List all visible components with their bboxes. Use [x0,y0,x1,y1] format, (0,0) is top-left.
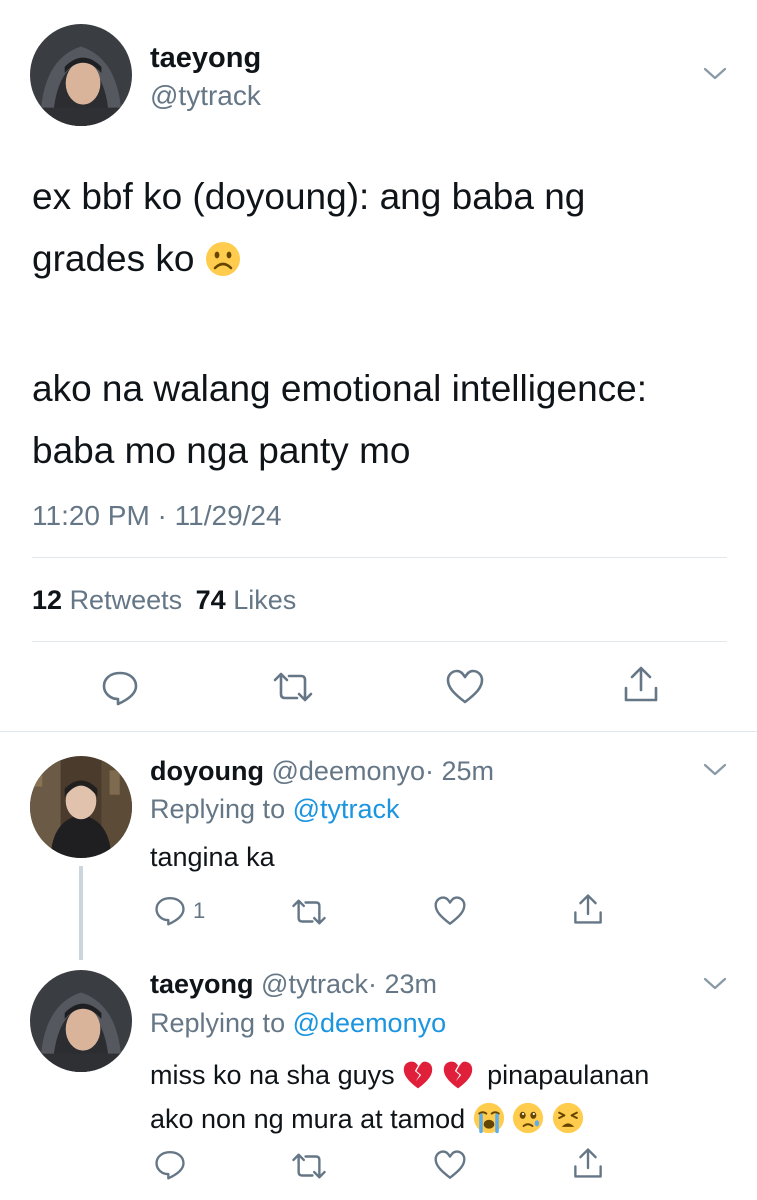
reply-header: taeyong @tytrack· 23m [150,969,437,1000]
frowning-face-emoji-icon [205,234,241,296]
share-icon[interactable] [622,664,660,704]
loudly-crying-face-emoji-icon [473,1102,505,1144]
retweet-icon[interactable] [290,897,328,927]
main-author-handle[interactable]: @tytrack [150,80,261,112]
likes-count[interactable]: 74 [196,585,226,615]
chevron-down-icon[interactable] [703,66,727,82]
replying-to-link[interactable]: @deemonyo [293,1008,447,1038]
main-tweet-text: ex bbf ko (doyoung): ang baba ng grades … [32,166,742,482]
reply-author-handle[interactable]: @tytrack [261,969,368,999]
face-holding-back-tears-emoji-icon [512,1102,544,1144]
replying-to-prefix: Replying to [150,794,286,824]
reply-text-segment: miss ko na sha guys [150,1060,395,1090]
reply-text-line: ako non ng mura at tamod [150,1100,649,1144]
reply-text-segment: pinapaulanan [487,1060,650,1090]
replying-to-link[interactable]: @tytrack [293,794,400,824]
likes-label[interactable]: Likes [233,585,296,615]
reply-author-name[interactable]: taeyong [150,969,254,999]
retweets-label[interactable]: Retweets [70,585,183,615]
tweet-timestamp[interactable]: 11:20 PM · 11/29/24 [32,500,282,532]
like-heart-icon[interactable] [433,895,467,927]
tweet-text-line: ako na walang emotional intelligence: [32,368,648,409]
chevron-down-icon[interactable] [703,976,727,992]
reply-avatar[interactable] [30,756,132,858]
tweet-text-segment: grades ko [32,238,195,279]
divider [32,557,727,558]
thread-connector-line [79,866,83,960]
reply-header: doyoung @deemonyo· 25m [150,756,494,787]
reply-avatar[interactable] [30,970,132,1072]
main-tweet-avatar[interactable] [30,24,132,126]
tweet-stats: 12 Retweets 74 Likes [32,585,296,616]
like-heart-icon[interactable] [433,1149,467,1181]
divider [32,641,727,642]
chevron-down-icon[interactable] [703,762,727,778]
broken-heart-emoji-icon [402,1060,434,1100]
share-icon[interactable] [572,1146,604,1180]
retweet-icon[interactable] [271,670,315,704]
reply-author-handle[interactable]: @deemonyo [272,756,426,786]
reply-text: tangina ka [150,842,275,872]
tweet-text-line-with-emoji: grades ko [32,228,742,296]
reply-text: miss ko na sha guys pinapaulanan ako non… [150,1056,649,1144]
main-author-name[interactable]: taeyong [150,42,261,75]
replying-to: Replying to @deemonyo [150,1008,446,1039]
replying-to: Replying to @tytrack [150,794,400,825]
retweets-count[interactable]: 12 [32,585,62,615]
replying-to-prefix: Replying to [150,1008,286,1038]
reply-icon[interactable] [154,1148,186,1180]
reply-icon[interactable] [101,668,139,706]
reply-text-line: miss ko na sha guys pinapaulanan [150,1056,649,1100]
reply-count: 1 [193,898,206,923]
like-heart-icon[interactable] [445,668,485,706]
tweet-text-line: baba mo nga panty mo [32,430,411,471]
divider [0,731,757,732]
retweet-icon[interactable] [290,1151,328,1181]
weary-face-emoji-icon [552,1102,584,1144]
reply-icon[interactable] [154,894,186,926]
tweet-text-line: ex bbf ko (doyoung): ang baba ng [32,176,586,217]
reply-text-segment: ako non ng mura at tamod [150,1104,466,1134]
broken-heart-emoji-icon [442,1060,474,1100]
reply-time[interactable]: · 23m [368,969,437,999]
reply-time[interactable]: · 25m [425,756,494,786]
reply-author-name[interactable]: doyoung [150,756,264,786]
share-icon[interactable] [572,892,604,926]
